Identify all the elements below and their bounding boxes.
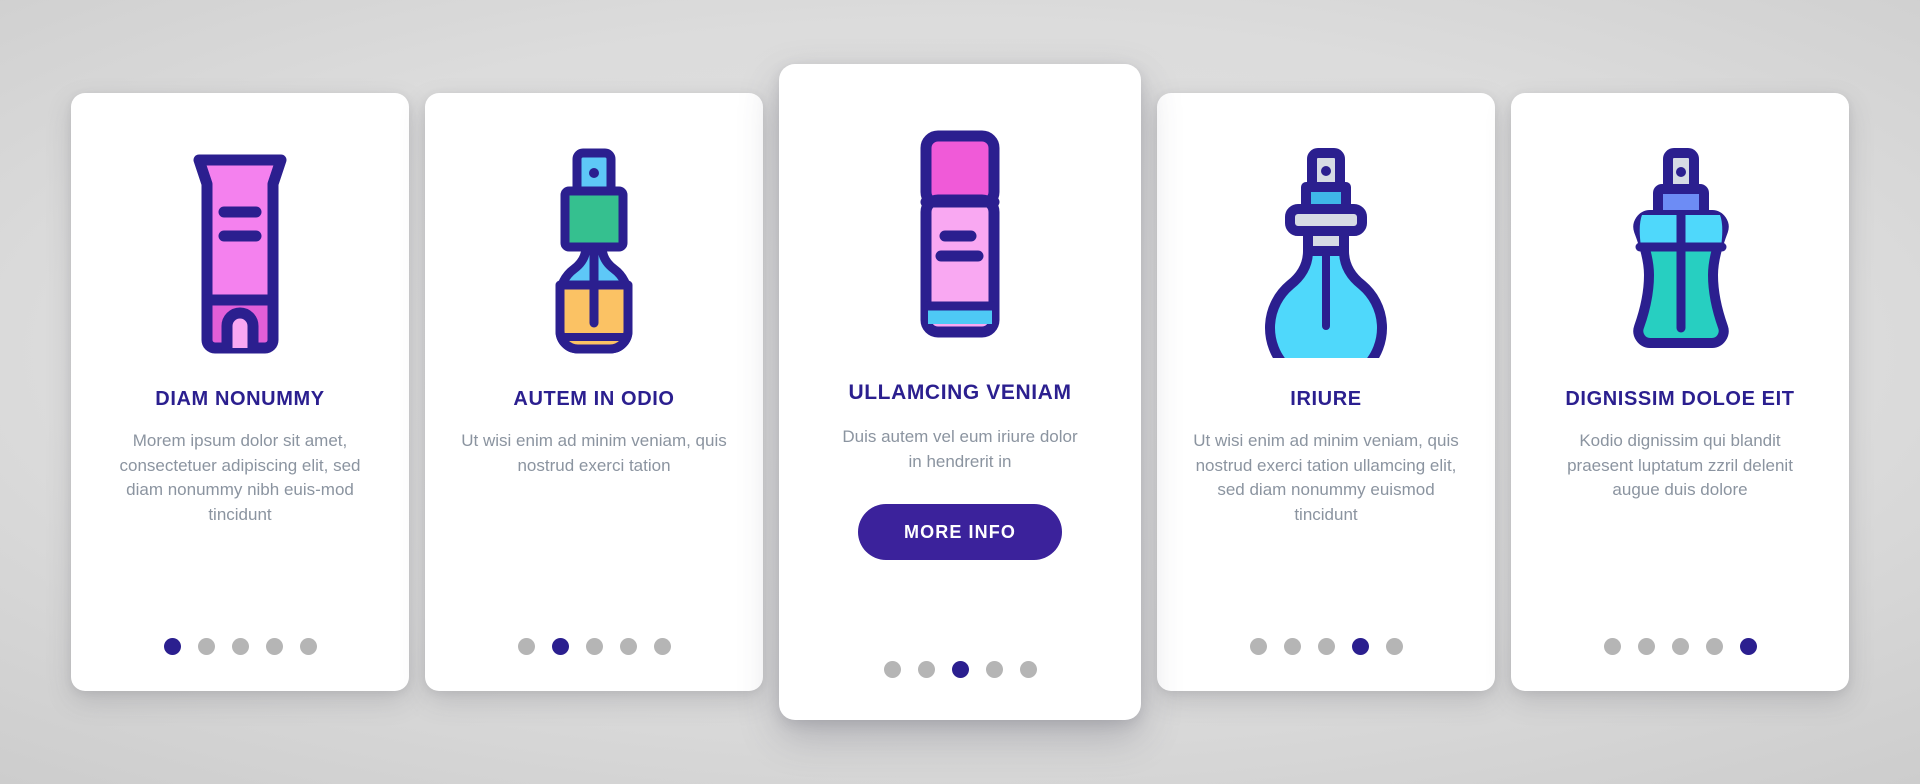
perfume-bulb-bottle-icon-svg — [1265, 148, 1387, 358]
pagination-dot-4[interactable] — [265, 638, 283, 655]
pagination-dot-3[interactable] — [231, 638, 249, 655]
onboarding-card-5: DIGNISSIM DOLOE EIT Kodio dignissim qui b… — [1511, 93, 1849, 691]
perfume-bulb-bottle-icon — [1183, 127, 1469, 377]
dropper-bottle-icon — [451, 127, 737, 377]
spray-bottle-icon — [1537, 127, 1823, 377]
more-info-button[interactable]: MORE INFO — [858, 504, 1062, 561]
pagination-dot-5[interactable] — [299, 638, 317, 655]
pagination-dot-4-active[interactable] — [1351, 638, 1369, 655]
cosmetic-tube-icon — [97, 127, 383, 377]
card-body-text: Morem ipsum dolor sit amet, consectetuer… — [119, 431, 361, 524]
card-body-text: Duis autem vel eum iriure dolor in hendr… — [842, 427, 1078, 471]
pagination-dots — [779, 661, 1141, 678]
onboarding-card-1: DIAM NONUMMY Morem ipsum dolor sit amet, … — [71, 93, 409, 691]
pagination-dot-5[interactable] — [653, 638, 671, 655]
pagination-dot-2-active[interactable] — [551, 638, 569, 655]
dropper-bottle-icon-svg — [555, 148, 633, 353]
pagination-dot-1[interactable] — [1249, 638, 1267, 655]
pagination-dot-5-active[interactable] — [1739, 638, 1757, 655]
lipstick-tube-icon-svg — [920, 130, 1000, 338]
pagination-dot-1[interactable] — [883, 661, 901, 678]
pagination-dots — [425, 638, 763, 655]
spray-bottle-icon-svg — [1633, 148, 1729, 348]
pagination-dot-2[interactable] — [197, 638, 215, 655]
onboarding-card-3: ULLAMCING VENIAM Duis autem vel eum iriur… — [779, 64, 1141, 720]
pagination-dot-4[interactable] — [985, 661, 1003, 678]
cosmetic-tube-icon-svg — [193, 154, 287, 353]
pagination-dot-3[interactable] — [1671, 638, 1689, 655]
card-title: DIGNISSIM DOLOE EIT — [1565, 388, 1795, 410]
pagination-dot-3-active[interactable] — [951, 661, 969, 678]
pagination-dot-5[interactable] — [1019, 661, 1037, 678]
card-body-text: Kodio dignissim qui blandit praesent lup… — [1567, 431, 1793, 500]
pagination-dots — [1157, 638, 1495, 655]
pagination-dot-2[interactable] — [1637, 638, 1655, 655]
pagination-dot-3[interactable] — [585, 638, 603, 655]
onboarding-card-4: IRIURE Ut wisi enim ad minim veniam, quis… — [1157, 93, 1495, 691]
pagination-dot-1[interactable] — [1603, 638, 1621, 655]
pagination-dots — [71, 638, 409, 655]
onboarding-carousel: DIAM NONUMMY Morem ipsum dolor sit amet, … — [0, 0, 1920, 784]
pagination-dot-2[interactable] — [917, 661, 935, 678]
pagination-dots — [1511, 638, 1849, 655]
card-title: AUTEM IN ODIO — [513, 388, 675, 410]
pagination-dot-1[interactable] — [517, 638, 535, 655]
card-title: ULLAMCING VENIAM — [848, 381, 1072, 404]
pagination-dot-5[interactable] — [1385, 638, 1403, 655]
pagination-dot-2[interactable] — [1283, 638, 1301, 655]
pagination-dot-4[interactable] — [1705, 638, 1723, 655]
lipstick-tube-icon — [805, 98, 1115, 370]
pagination-dot-3[interactable] — [1317, 638, 1335, 655]
onboarding-card-2: AUTEM IN ODIO Ut wisi enim ad minim venia… — [425, 93, 763, 691]
card-title: IRIURE — [1290, 388, 1362, 410]
pagination-dot-4[interactable] — [619, 638, 637, 655]
card-body-text: Ut wisi enim ad minim veniam, quis nostr… — [1193, 431, 1459, 524]
card-body-text: Ut wisi enim ad minim veniam, quis nostr… — [461, 431, 727, 475]
card-title: DIAM NONUMMY — [155, 388, 325, 410]
pagination-dot-1-active[interactable] — [163, 638, 181, 655]
